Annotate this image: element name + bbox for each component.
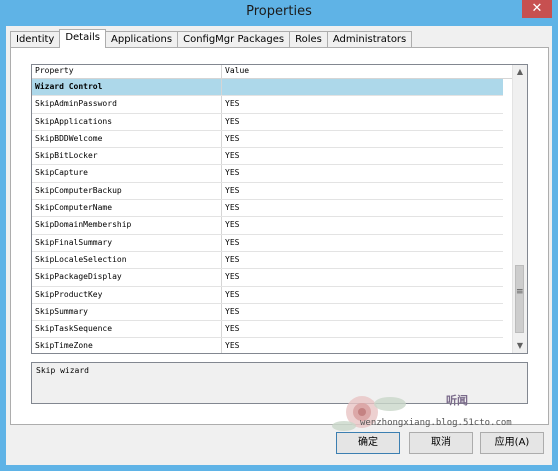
- row-value: YES: [225, 168, 240, 178]
- row-value: YES: [225, 133, 240, 143]
- details-panel: Property Value Wizard Control SkipAdminP…: [10, 47, 549, 425]
- vertical-scrollbar[interactable]: ▲ ≡ ▼: [512, 65, 527, 353]
- row-property: SkipBitLocker: [32, 148, 222, 165]
- row-value: YES: [225, 116, 240, 126]
- flower-logo: [332, 396, 406, 431]
- table-row[interactable]: SkipBitLocker YES: [32, 148, 503, 166]
- table-row[interactable]: SkipTimeZone YES: [32, 338, 503, 353]
- row-property: SkipBDDWelcome: [32, 130, 222, 148]
- close-icon: ✕: [531, 1, 543, 16]
- row-value: YES: [225, 254, 240, 264]
- table-row[interactable]: SkipAdminPassword YES: [32, 96, 503, 114]
- row-value: YES: [225, 306, 240, 316]
- scroll-down-icon[interactable]: ▼: [513, 339, 527, 353]
- button-bar: 确定 取消 应用(A): [0, 432, 558, 456]
- table-row[interactable]: SkipCapture YES: [32, 165, 503, 183]
- row-property: SkipProductKey: [32, 286, 222, 303]
- row-value: YES: [225, 289, 240, 299]
- close-button[interactable]: ✕: [522, 0, 552, 18]
- row-property: SkipTaskSequence: [32, 321, 222, 338]
- table-row[interactable]: SkipBDDWelcome YES: [32, 130, 503, 149]
- row-property: SkipTimeZone: [32, 338, 222, 353]
- watermark-text: 听闻: [446, 394, 468, 407]
- title-bar[interactable]: Properties ✕: [0, 0, 558, 26]
- table-row[interactable]: SkipDomainMembership YES: [32, 217, 503, 235]
- row-property: SkipCapture: [32, 165, 222, 182]
- row-property: SkipPackageDisplay: [32, 269, 222, 286]
- ok-button[interactable]: 确定: [336, 432, 400, 454]
- row-value: YES: [225, 220, 240, 230]
- watermark: 听闻 wenzhongxiang.blog.51cto.com: [330, 382, 550, 438]
- tab-applications[interactable]: Applications: [105, 31, 179, 48]
- row-value: YES: [225, 151, 240, 161]
- tab-identity[interactable]: Identity: [10, 31, 61, 48]
- cancel-button[interactable]: 取消: [409, 432, 473, 454]
- scrollbar-thumb[interactable]: ≡: [515, 265, 524, 333]
- window-frame-left: [0, 26, 6, 471]
- table-row[interactable]: SkipComputerName YES: [32, 200, 503, 218]
- table-row[interactable]: SkipFinalSummary YES: [32, 234, 503, 252]
- table-row[interactable]: SkipComputerBackup YES: [32, 182, 503, 201]
- group-row-wizard-control[interactable]: Wizard Control: [32, 79, 503, 97]
- tab-configmgr-packages[interactable]: ConfigMgr Packages: [177, 31, 291, 48]
- tab-roles[interactable]: Roles: [289, 31, 328, 48]
- row-value: YES: [225, 99, 240, 109]
- row-value: YES: [225, 272, 240, 282]
- table-row[interactable]: SkipSummary YES: [32, 303, 503, 322]
- row-property: SkipSummary: [32, 303, 222, 321]
- row-value: YES: [225, 237, 240, 247]
- tab-details[interactable]: Details: [59, 29, 106, 48]
- properties-window: Properties ✕ Identity Details Applications…: [0, 0, 558, 471]
- row-value: [222, 79, 503, 95]
- window-frame-right: [552, 26, 558, 471]
- table-row[interactable]: SkipApplications YES: [32, 113, 503, 131]
- column-header-property[interactable]: Property: [32, 65, 222, 78]
- watermark-url: wenzhongxiang.blog.51cto.com: [360, 418, 512, 428]
- table-row[interactable]: SkipProductKey YES: [32, 286, 503, 304]
- property-grid[interactable]: Property Value Wizard Control SkipAdminP…: [31, 64, 528, 354]
- apply-button[interactable]: 应用(A): [480, 432, 544, 454]
- table-row[interactable]: SkipTaskSequence YES: [32, 321, 503, 339]
- row-property: SkipDomainMembership: [32, 217, 222, 234]
- row-property: SkipLocaleSelection: [32, 251, 222, 269]
- window-frame-bottom: [0, 465, 558, 471]
- table-row[interactable]: SkipLocaleSelection YES: [32, 251, 503, 270]
- grip-icon: ≡: [516, 287, 524, 297]
- column-header-value[interactable]: Value: [222, 65, 513, 78]
- row-value: YES: [225, 203, 240, 213]
- row-value: YES: [225, 341, 240, 351]
- row-property: SkipComputerBackup: [32, 182, 222, 200]
- row-value: YES: [225, 324, 240, 334]
- grid-header: Property Value: [32, 65, 513, 79]
- row-property: SkipAdminPassword: [32, 96, 222, 113]
- row-property: SkipFinalSummary: [32, 234, 222, 251]
- window-title: Properties: [246, 4, 312, 19]
- tab-administrators[interactable]: Administrators: [326, 31, 413, 48]
- row-property: SkipApplications: [32, 113, 222, 130]
- row-property: Wizard Control: [32, 79, 222, 96]
- row-value: YES: [225, 185, 240, 195]
- grid-rows: Wizard Control SkipAdminPassword YES SkipA…: [32, 79, 503, 353]
- tab-strip: Identity Details Applications ConfigMgr Pac…: [10, 29, 413, 48]
- table-row[interactable]: SkipPackageDisplay YES: [32, 269, 503, 287]
- scroll-up-icon[interactable]: ▲: [513, 65, 527, 79]
- row-property: SkipComputerName: [32, 200, 222, 217]
